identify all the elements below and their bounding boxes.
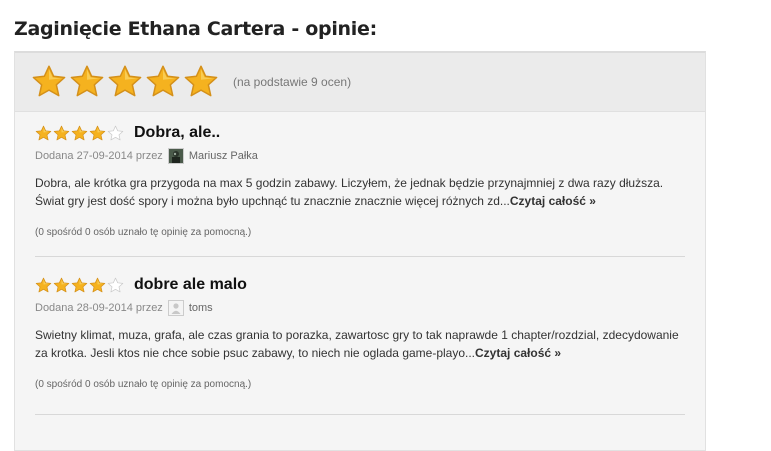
review-item: Dobra, ale.. Dodana 27-09-2014 przez Mar…	[35, 112, 685, 257]
page-title: Zaginięcie Ethana Cartera - opinie:	[14, 18, 377, 40]
review-text: Swietny klimat, muza, grafa, ale czas gr…	[35, 328, 679, 360]
star-filled-icon	[108, 65, 142, 97]
rating-summary: (na podstawie 9 ocen)	[15, 53, 705, 112]
read-more-link[interactable]: Czytaj całość »	[510, 194, 596, 208]
star-filled-icon	[89, 125, 106, 140]
helpful-count: (0 spośród 0 osób uznało tę opinię za po…	[35, 379, 252, 390]
review-author[interactable]: toms	[189, 302, 213, 314]
review-item: dobre ale malo Dodana 28-09-2014 przez t…	[35, 257, 685, 415]
star-empty-icon	[107, 277, 124, 292]
review-title: Dobra, ale..	[134, 124, 221, 141]
review-title: dobre ale malo	[134, 276, 247, 293]
helpful-count: (0 spośród 0 osób uznało tę opinię za po…	[35, 227, 252, 238]
review-rating-stars	[35, 277, 124, 294]
review-meta: Dodana 28-09-2014 przez toms	[35, 300, 685, 316]
star-filled-icon	[70, 65, 104, 97]
review-meta: Dodana 27-09-2014 przez Mariusz Pałka	[35, 148, 685, 164]
star-filled-icon	[32, 65, 66, 97]
star-filled-icon	[35, 125, 52, 140]
star-filled-icon	[53, 277, 70, 292]
review-rating-stars	[35, 125, 124, 142]
reviews-panel: (na podstawie 9 ocen) Dobra, ale.. Dodan…	[14, 51, 706, 451]
review-date: Dodana 28-09-2014 przez	[35, 302, 163, 314]
star-filled-icon	[71, 277, 88, 292]
photo-avatar-icon[interactable]	[167, 148, 184, 164]
review-date: Dodana 27-09-2014 przez	[35, 150, 163, 162]
review-body: Swietny klimat, muza, grafa, ale czas gr…	[35, 326, 683, 362]
overall-rating-stars	[31, 64, 219, 100]
star-filled-icon	[35, 277, 52, 292]
star-filled-icon	[53, 125, 70, 140]
star-filled-icon	[89, 277, 106, 292]
star-empty-icon	[107, 125, 124, 140]
review-body: Dobra, ale krótka gra przygoda na max 5 …	[35, 174, 683, 210]
star-filled-icon	[184, 65, 218, 97]
default-user-icon[interactable]	[167, 300, 184, 316]
review-author[interactable]: Mariusz Pałka	[189, 150, 258, 162]
read-more-link[interactable]: Czytaj całość »	[475, 346, 561, 360]
star-filled-icon	[146, 65, 180, 97]
star-filled-icon	[71, 125, 88, 140]
rating-count-note: (na podstawie 9 ocen)	[233, 75, 352, 89]
